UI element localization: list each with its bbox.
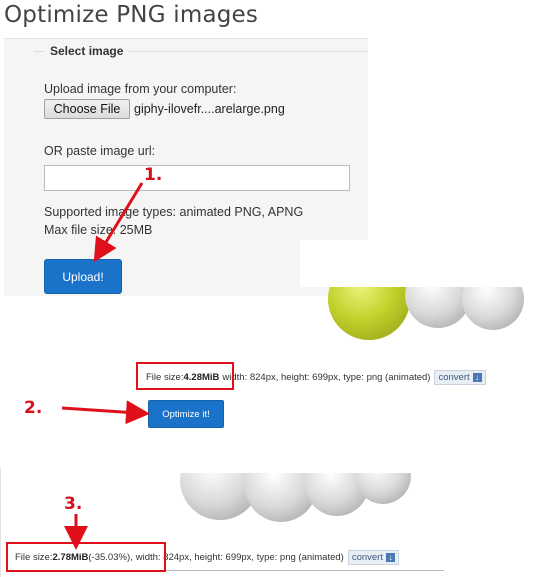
step-1-label: 1. [144,165,163,185]
step-3-label: 3. [64,494,83,514]
arrow-step2 [61,400,150,425]
annotation-arrows [61,182,150,550]
step-2-label: 2. [24,398,43,418]
arrow-step1 [93,182,144,263]
